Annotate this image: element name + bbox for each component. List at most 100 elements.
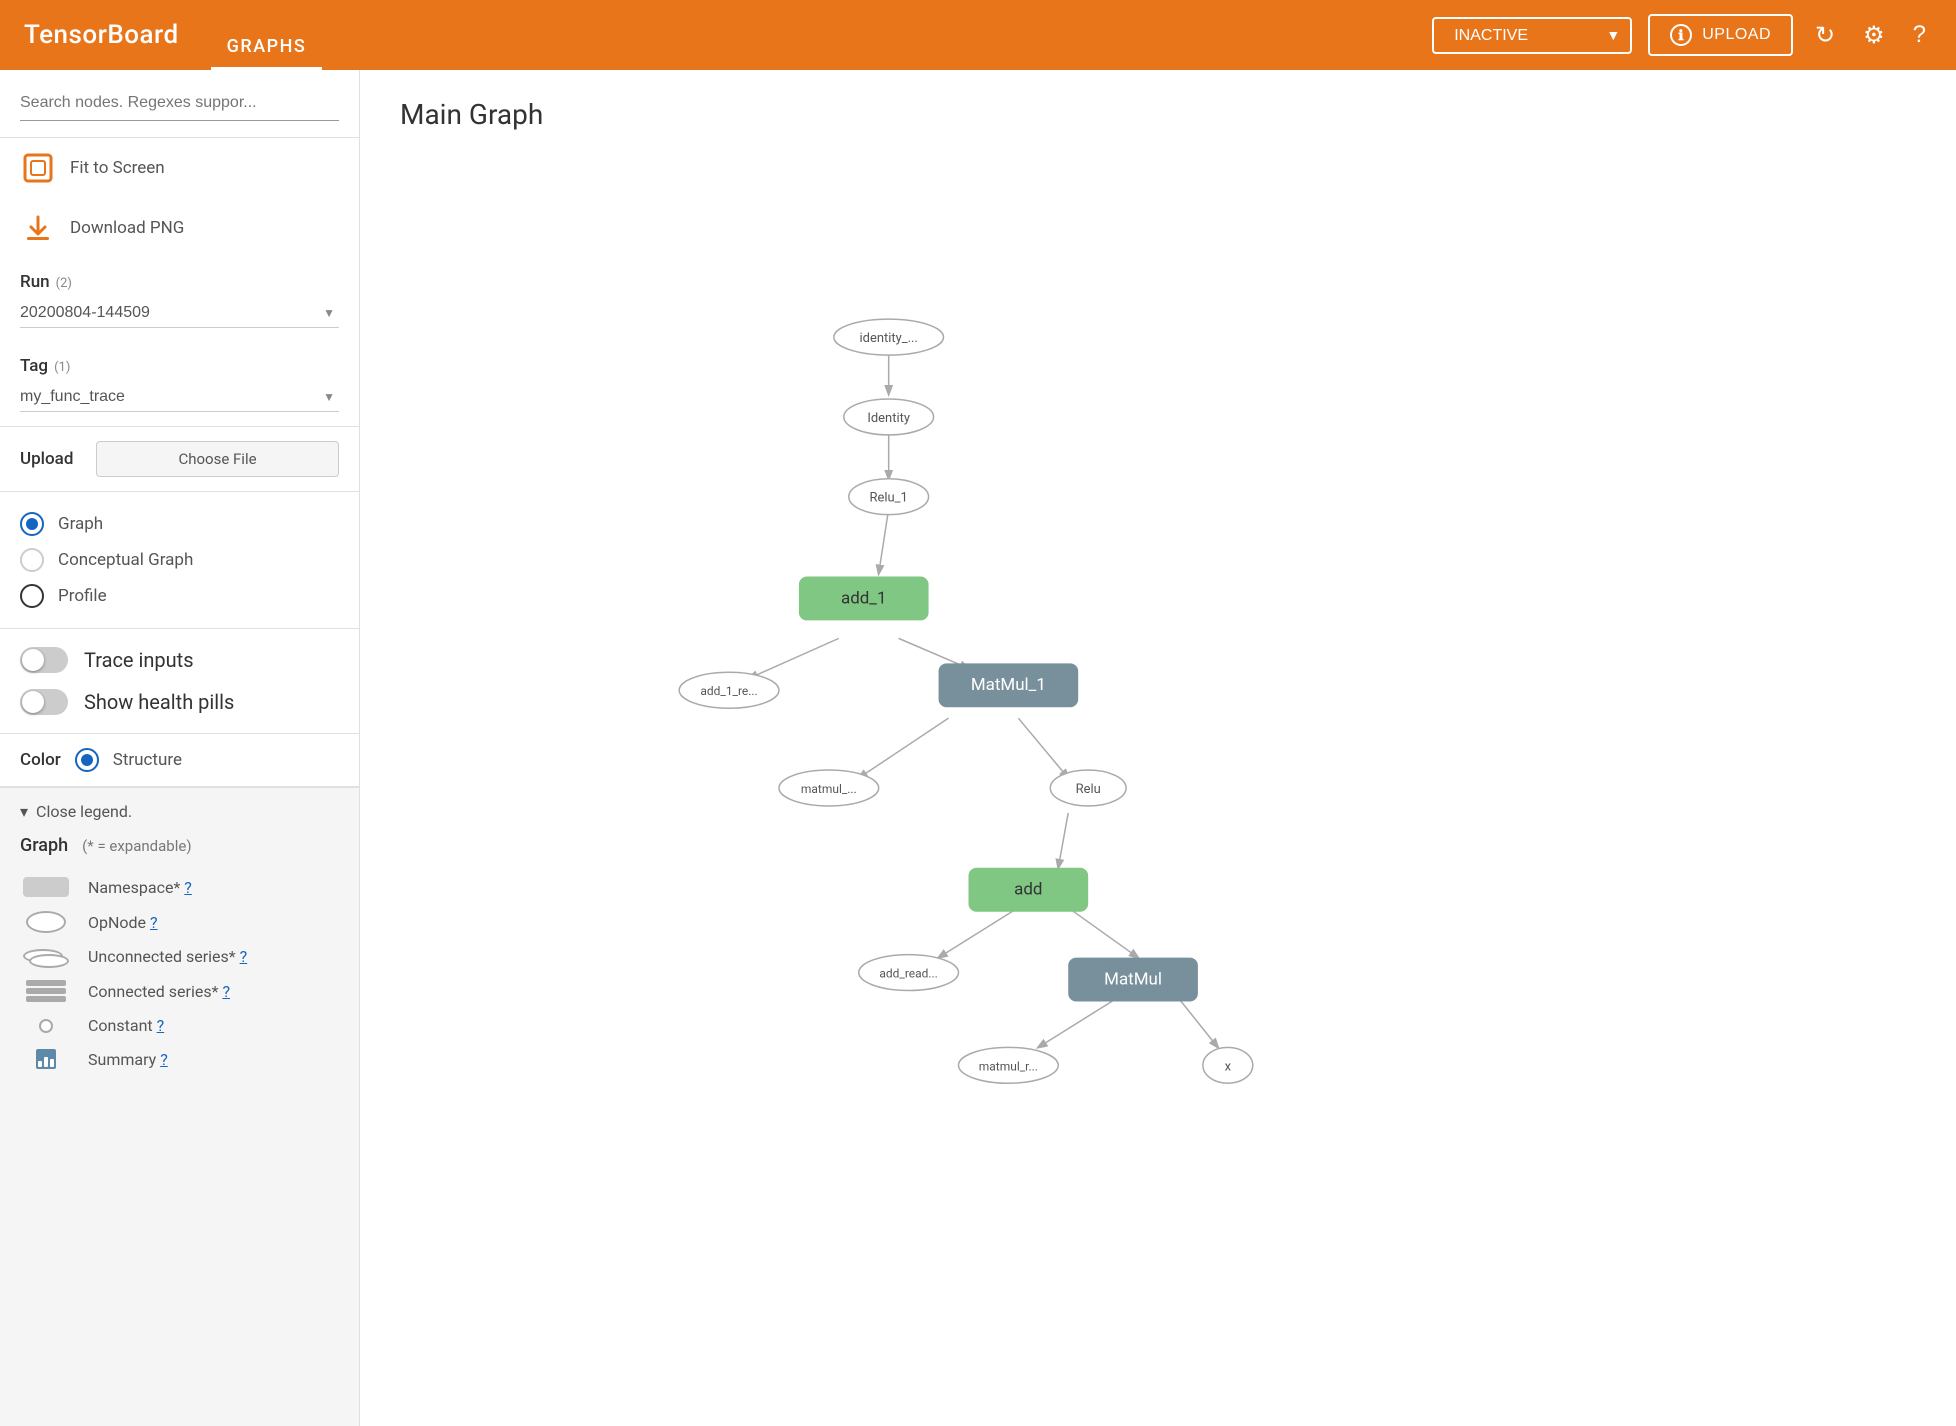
radio-profile-outer [20,584,44,608]
legend-item-constant: Constant ? [20,1009,339,1042]
show-health-pills-knob [22,691,44,713]
show-health-pills-toggle[interactable] [20,689,68,715]
main-content: Main Graph [360,70,1956,1426]
show-health-pills-row: Show health pills [20,681,339,723]
app-logo: TensorBoard [24,20,179,50]
legend-constant-help[interactable]: ? [157,1016,165,1035]
radio-profile[interactable]: Profile [20,578,339,614]
upload-button-label: UPLOAD [1702,26,1771,44]
legend-item-summary: Summary ? [20,1042,339,1076]
radio-conceptual-label: Conceptual Graph [58,550,193,570]
legend-constant-icon [20,1019,72,1033]
header-nav: GRAPHS [211,0,323,70]
legend-constant-shape [39,1019,53,1033]
radio-conceptual-graph[interactable]: Conceptual Graph [20,542,339,578]
info-icon: ℹ [1670,24,1692,46]
tag-count: (1) [54,360,70,375]
main-graph-title: Main Graph [360,70,1956,151]
run-label: Run [20,272,50,292]
upload-button[interactable]: ℹ UPLOAD [1648,14,1793,56]
legend-constant-label: Constant ? [88,1016,164,1035]
tag-label: Tag [20,356,48,376]
header-right: INACTIVE ▼ ℹ UPLOAD ↻ ⚙ ? [1432,14,1932,56]
radio-graph-label: Graph [58,514,103,534]
chevron-down-icon: ▾ [20,802,28,821]
svg-text:x: x [1225,1059,1232,1074]
sidebar: Fit to Screen Download PNG Run (2) 20200… [0,70,360,1426]
legend-item-namespace: Namespace* ? [20,870,339,904]
graph-canvas[interactable]: identity_... Identity Relu_1 add_1 add_1… [360,150,1956,1426]
svg-text:MatMul_1: MatMul_1 [971,675,1046,695]
legend-summary-shape [36,1049,56,1069]
legend-unconnected-label: Unconnected series* ? [88,947,247,966]
legend-summary-help[interactable]: ? [160,1050,168,1069]
trace-inputs-toggle[interactable] [20,647,68,673]
run-selector[interactable]: INACTIVE [1432,17,1632,54]
trace-inputs-row: Trace inputs [20,639,339,681]
svg-text:matmul_...: matmul_... [801,782,857,796]
tag-section: Tag (1) my_func_trace ▼ [0,342,359,427]
legend-item-unconnected: Unconnected series* ? [20,940,339,973]
legend-unconnected-help[interactable]: ? [240,947,248,966]
legend-unconnected-icon [20,949,72,965]
legend-unconnected-shape [23,949,69,965]
toggle-section: Trace inputs Show health pills [0,629,359,734]
legend-title: Graph [20,835,68,856]
run-count: (2) [56,276,72,291]
refresh-button[interactable]: ↻ [1809,15,1841,56]
radio-graph-inner [26,518,38,530]
search-input[interactable] [20,86,339,121]
svg-text:add: add [1014,880,1042,900]
legend-item-opnode: OpNode ? [20,904,339,940]
header: TensorBoard GRAPHS INACTIVE ▼ ℹ UPLOAD ↻… [0,0,1956,70]
download-png-row[interactable]: Download PNG [0,198,359,258]
color-radio-outer [75,748,99,772]
settings-button[interactable]: ⚙ [1857,15,1891,56]
legend-opnode-shape [26,911,66,933]
legend-connected-help[interactable]: ? [222,982,230,1001]
color-section: Color Structure [0,734,359,788]
search-section [0,70,359,138]
run-select[interactable]: 20200804-144509 [20,298,339,328]
legend-namespace-help[interactable]: ? [184,878,192,897]
run-section: Run (2) 20200804-144509 ▼ [0,258,359,342]
legend-connected-icon [20,980,72,1002]
legend-subtitle: (* = expandable) [82,837,191,855]
legend-connected-shape [26,980,66,1002]
color-radio-inner [81,754,93,766]
graph-options-section: Graph Conceptual Graph Profile [0,492,359,629]
tag-select[interactable]: my_func_trace [20,382,339,412]
legend-section: ▾ Close legend. Graph (* = expandable) N… [0,788,359,1426]
svg-text:add_read...: add_read... [879,967,937,981]
legend-summary-label: Summary ? [88,1050,168,1069]
legend-close-row[interactable]: ▾ Close legend. [20,802,339,821]
legend-close-label: Close legend. [36,802,132,821]
legend-summary-icon [20,1049,72,1069]
svg-text:Relu: Relu [1076,782,1101,797]
svg-text:add_1: add_1 [841,588,886,608]
color-label: Color [20,750,61,770]
legend-opnode-icon [20,911,72,933]
legend-namespace-icon [20,877,72,897]
help-button[interactable]: ? [1907,15,1932,55]
download-icon [20,210,56,246]
color-value-label: Structure [113,750,182,770]
show-health-pills-label: Show health pills [84,690,234,714]
legend-opnode-label: OpNode ? [88,913,158,932]
nav-item-graphs[interactable]: GRAPHS [211,0,323,70]
legend-opnode-help[interactable]: ? [150,913,158,932]
tag-select-wrap: my_func_trace ▼ [20,382,339,412]
svg-text:MatMul: MatMul [1104,970,1162,990]
trace-inputs-knob [22,649,44,671]
svg-text:identity_...: identity_... [860,331,918,346]
svg-text:matmul_r...: matmul_r... [979,1059,1038,1073]
download-png-label: Download PNG [70,218,184,238]
svg-text:Relu_1: Relu_1 [870,491,908,506]
radio-graph-outer [20,512,44,536]
choose-file-button[interactable]: Choose File [96,441,339,477]
radio-graph[interactable]: Graph [20,506,339,542]
legend-item-connected: Connected series* ? [20,973,339,1009]
svg-text:add_1_re...: add_1_re... [700,684,757,698]
svg-text:Identity: Identity [867,411,910,426]
fit-to-screen-row[interactable]: Fit to Screen [0,138,359,198]
